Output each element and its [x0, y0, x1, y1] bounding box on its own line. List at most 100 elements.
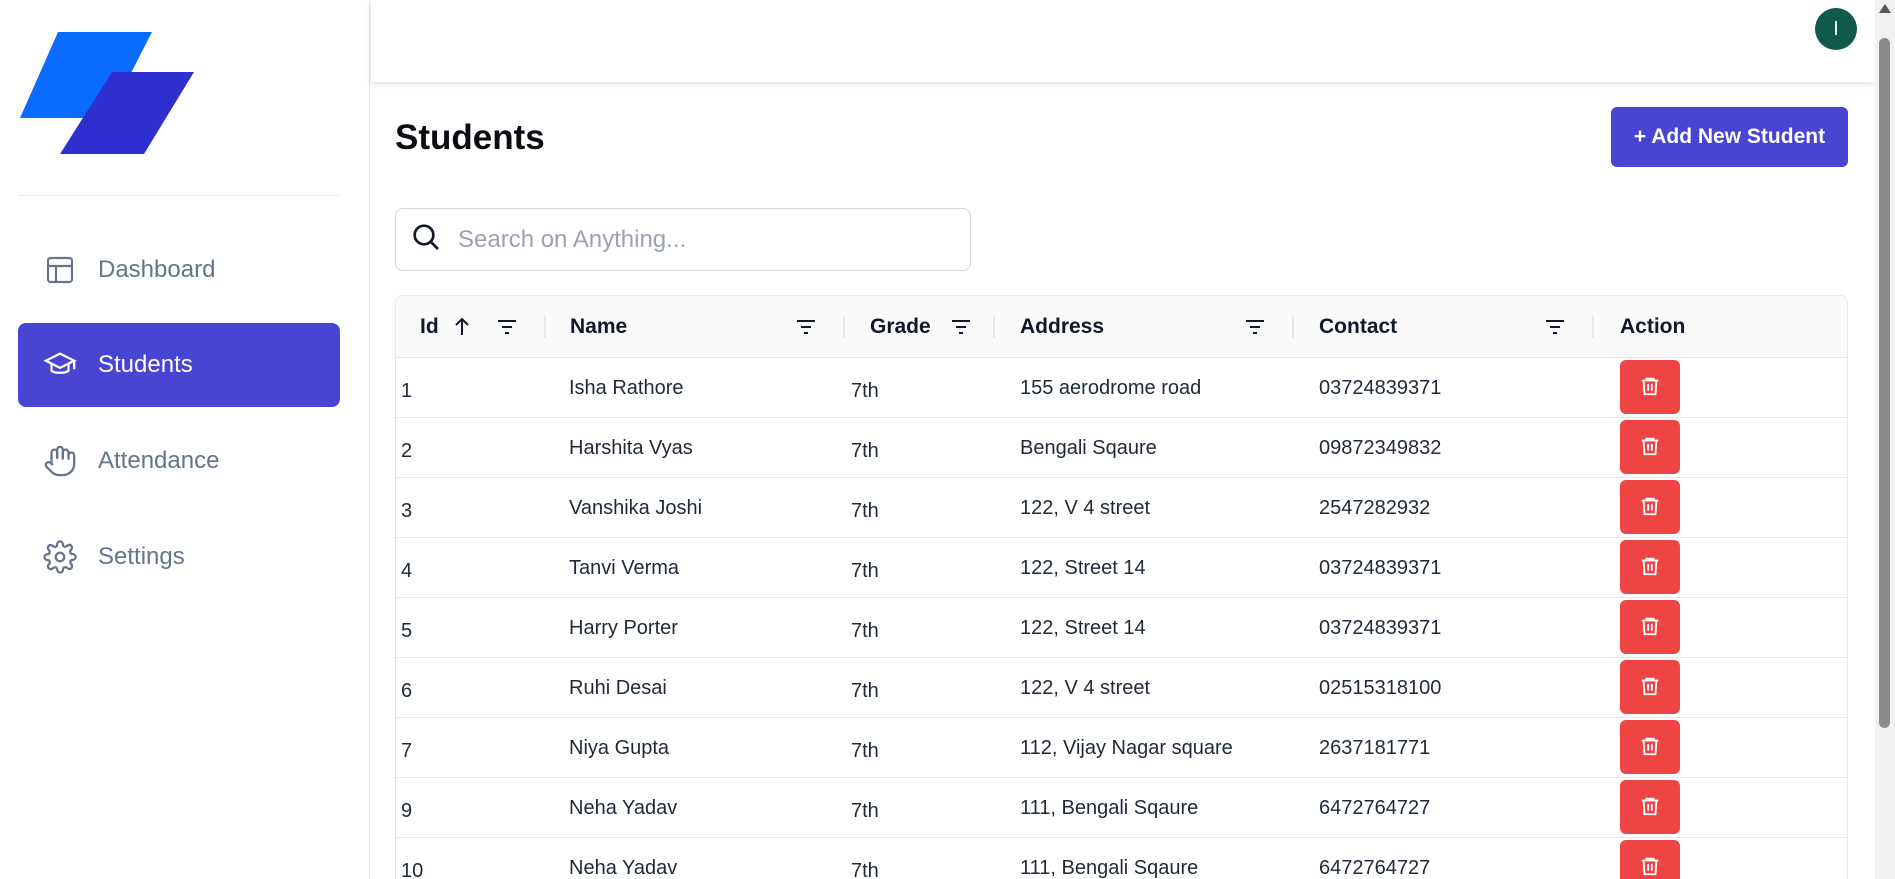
column-header-address[interactable]: Address	[1020, 296, 1104, 358]
filter-icon[interactable]	[949, 315, 973, 339]
page-scrollbar[interactable]	[1875, 0, 1895, 879]
cell-contact: 2547282932	[1319, 496, 1431, 519]
cell-id: 9	[401, 799, 413, 822]
cell-contact: 03724839371	[1319, 376, 1442, 399]
column-separator[interactable]	[1292, 316, 1294, 338]
cell-address: 122, V 4 street	[1020, 676, 1151, 699]
cell-grade: 7th	[851, 859, 879, 879]
cell-id: 4	[401, 559, 413, 582]
table-row[interactable]: 7 Niya Gupta 7th 112, Vijay Nagar square 263…	[396, 718, 1847, 778]
cell-id: 7	[401, 739, 413, 762]
cell-name: Tanvi Verma	[569, 556, 680, 579]
cell-grade: 7th	[851, 679, 879, 702]
scroll-up-arrow-icon[interactable]	[1879, 4, 1891, 13]
trash-icon	[1639, 854, 1661, 879]
cell-name: Vanshika Joshi	[569, 496, 703, 519]
trash-icon	[1639, 494, 1661, 521]
column-header-grade[interactable]: Grade	[870, 296, 931, 358]
sidebar-item-dashboard[interactable]: Dashboard	[18, 228, 340, 312]
filter-icon[interactable]	[794, 315, 818, 339]
cell-address: 111, Bengali Sqaure	[1020, 796, 1199, 819]
cell-address: 122, Street 14	[1020, 616, 1146, 639]
table-row[interactable]: 4 Tanvi Verma 7th 122, Street 14 03724839371	[396, 538, 1847, 598]
delete-button[interactable]	[1620, 660, 1680, 714]
table-row[interactable]: 2 Harshita Vyas 7th Bengali Sqaure 098723498…	[396, 418, 1847, 478]
cell-address: 122, Street 14	[1020, 556, 1146, 579]
cell-grade: 7th	[851, 799, 879, 822]
table-row[interactable]: 1 Isha Rathore 7th 155 aerodrome road 037248…	[396, 358, 1847, 418]
sidebar-item-label: Settings	[98, 543, 185, 570]
cell-address: Bengali Sqaure	[1020, 436, 1157, 459]
column-header-contact[interactable]: Contact	[1319, 296, 1397, 358]
cell-address: 122, V 4 street	[1020, 496, 1151, 519]
cell-id: 6	[401, 679, 413, 702]
cell-name: Harshita Vyas	[569, 436, 693, 459]
delete-button[interactable]	[1620, 360, 1680, 414]
cell-contact: 6472764727	[1319, 796, 1431, 819]
cell-address: 112, Vijay Nagar square	[1020, 736, 1233, 759]
filter-icon[interactable]	[495, 315, 519, 339]
table-row[interactable]: 10 Neha Yadav 7th 111, Bengali Sqaure 647276…	[396, 838, 1847, 879]
cell-grade: 7th	[851, 379, 879, 402]
table-row[interactable]: 3 Vanshika Joshi 7th 122, V 4 street 2547282…	[396, 478, 1847, 538]
table-row[interactable]: 6 Ruhi Desai 7th 122, V 4 street 02515318100	[396, 658, 1847, 718]
cell-grade: 7th	[851, 499, 879, 522]
cell-grade: 7th	[851, 439, 879, 462]
column-separator[interactable]	[843, 316, 845, 338]
cell-address: 155 aerodrome road	[1020, 376, 1202, 399]
cell-id: 10	[401, 859, 424, 879]
cell-grade: 7th	[851, 739, 879, 762]
sort-ascending-icon[interactable]	[450, 315, 474, 339]
search-icon	[410, 221, 442, 258]
brand-logo[interactable]	[20, 30, 200, 160]
delete-button[interactable]	[1620, 720, 1680, 774]
column-header-action: Action	[1620, 315, 1686, 338]
column-separator[interactable]	[993, 316, 995, 338]
delete-button[interactable]	[1620, 600, 1680, 654]
cell-name: Neha Yadav	[569, 856, 678, 879]
column-separator[interactable]	[1592, 316, 1594, 338]
trash-icon	[1639, 794, 1661, 821]
cell-grade: 7th	[851, 559, 879, 582]
cell-id: 5	[401, 619, 413, 642]
cell-name: Niya Gupta	[569, 736, 670, 759]
column-header-name[interactable]: Name	[570, 296, 627, 358]
trash-icon	[1639, 434, 1661, 461]
hand-icon	[42, 443, 78, 479]
sidebar-item-students[interactable]: Students	[18, 323, 340, 407]
layout-icon	[42, 252, 78, 288]
filter-icon[interactable]	[1243, 315, 1267, 339]
search-input[interactable]	[458, 225, 938, 254]
sidebar-item-label: Dashboard	[98, 256, 216, 283]
delete-button[interactable]	[1620, 420, 1680, 474]
top-bar: I	[371, 0, 1875, 82]
graduation-cap-icon	[42, 347, 78, 383]
column-separator[interactable]	[544, 316, 546, 338]
table-row[interactable]: 5 Harry Porter 7th 122, Street 14 0372483937…	[396, 598, 1847, 658]
search-box[interactable]	[395, 208, 971, 271]
column-header-id[interactable]: Id	[420, 296, 439, 358]
cell-name: Ruhi Desai	[569, 676, 667, 699]
avatar[interactable]: I	[1815, 8, 1857, 50]
add-new-student-button[interactable]: + Add New Student	[1611, 107, 1848, 167]
delete-button[interactable]	[1620, 780, 1680, 834]
scrollbar-thumb[interactable]	[1879, 38, 1890, 728]
sidebar: Dashboard Students Attendance Settings	[0, 0, 370, 879]
sidebar-item-label: Attendance	[98, 447, 220, 474]
table-row[interactable]: 9 Neha Yadav 7th 111, Bengali Sqaure 6472764…	[396, 778, 1847, 838]
cell-contact: 09872349832	[1319, 436, 1442, 459]
cell-contact: 02515318100	[1319, 676, 1442, 699]
delete-button[interactable]	[1620, 480, 1680, 534]
cell-id: 1	[401, 379, 413, 402]
filter-icon[interactable]	[1543, 315, 1567, 339]
cell-contact: 03724839371	[1319, 616, 1442, 639]
cell-contact: 6472764727	[1319, 856, 1431, 879]
sidebar-item-settings[interactable]: Settings	[18, 515, 340, 599]
trash-icon	[1639, 734, 1661, 761]
sidebar-item-attendance[interactable]: Attendance	[18, 419, 340, 503]
delete-button[interactable]	[1620, 840, 1680, 879]
cell-id: 3	[401, 499, 413, 522]
trash-icon	[1639, 554, 1661, 581]
trash-icon	[1639, 614, 1661, 641]
delete-button[interactable]	[1620, 540, 1680, 594]
